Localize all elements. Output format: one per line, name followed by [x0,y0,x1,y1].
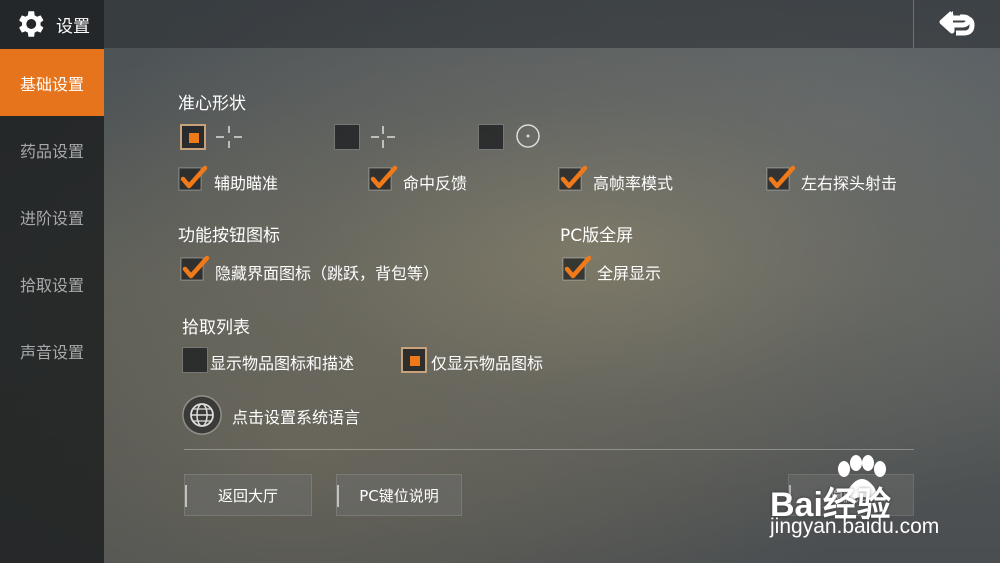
crosshair-option-1-radio[interactable] [180,124,206,150]
show-icon-and-desc-radio[interactable] [182,347,208,373]
sidebar-item-pickup[interactable]: 拾取设置 [0,250,104,317]
hide-ui-icons-label: 隐藏界面图标（跳跃，背包等） [215,264,440,283]
hit-feedback-checkbox[interactable] [368,165,398,193]
watermark-url: jingyan.baidu.com [770,515,940,538]
sidebar-item-label: 基础设置 [19,74,84,94]
pc-keys-button[interactable]: PC键位说明 [336,474,462,516]
sidebar-item-medicine[interactable]: 药品设置 [0,116,104,183]
sidebar: 基础设置 药品设置 进阶设置 拾取设置 声音设置 [0,48,104,563]
return-lobby-button[interactable]: 返回大厅 [184,474,312,516]
hit-feedback-label: 命中反馈 [403,174,468,193]
return-lobby-label: 返回大厅 [217,486,278,505]
settings-title-box: 设置 [0,0,104,48]
fullscreen-label: 全屏显示 [597,264,662,283]
sidebar-item-advanced[interactable]: 进阶设置 [0,183,104,250]
show-icon-only-label: 仅显示物品图标 [431,354,544,373]
back-arrow-icon [939,11,975,36]
crosshair-option-2-radio[interactable] [334,124,360,150]
sidebar-item-basic[interactable]: 基础设置 [0,49,104,116]
set-language-link[interactable]: 点击设置系统语言 [232,404,360,428]
crosshair-option-3-radio[interactable] [478,124,504,150]
sidebar-item-label: 声音设置 [19,342,84,362]
sidebar-item-label: 拾取设置 [19,275,84,295]
hide-ui-icons-checkbox[interactable] [180,255,210,283]
crosshair-dot-circle-icon [516,124,540,148]
pickup-list-section-title: 拾取列表 [182,318,250,338]
top-bar: 设置 [0,0,1000,48]
high-framerate-label: 高帧率模式 [593,174,674,193]
crosshair-cross-icon [371,126,395,148]
crosshair-section-title: 准心形状 [178,94,246,114]
high-framerate-checkbox[interactable] [558,165,588,193]
back-button[interactable] [913,0,1000,48]
aim-assist-checkbox[interactable] [178,165,208,193]
fullscreen-checkbox[interactable] [562,255,592,283]
sidebar-item-label: 进阶设置 [19,208,84,228]
divider [184,449,914,450]
gear-icon [19,11,44,37]
pc-fullscreen-section-title: PC版全屏 [560,226,634,246]
show-icon-and-desc-label: 显示物品图标和描述 [210,354,355,373]
pc-keys-label: PC键位说明 [359,486,439,505]
lean-fire-checkbox[interactable] [766,165,796,193]
show-icon-only-radio[interactable] [401,347,427,373]
page-title: 设置 [56,16,90,37]
sidebar-item-sound[interactable]: 声音设置 [0,317,104,384]
aim-assist-label: 辅助瞄准 [214,174,279,193]
globe-icon[interactable] [182,395,222,435]
function-icons-section-title: 功能按钮图标 [178,226,280,246]
lean-fire-label: 左右探头射击 [801,174,898,193]
baidu-watermark: Bai经验 jingyan.baidu.com [768,455,958,545]
sidebar-item-label: 药品设置 [19,141,84,161]
crosshair-cross-icon [216,126,242,148]
